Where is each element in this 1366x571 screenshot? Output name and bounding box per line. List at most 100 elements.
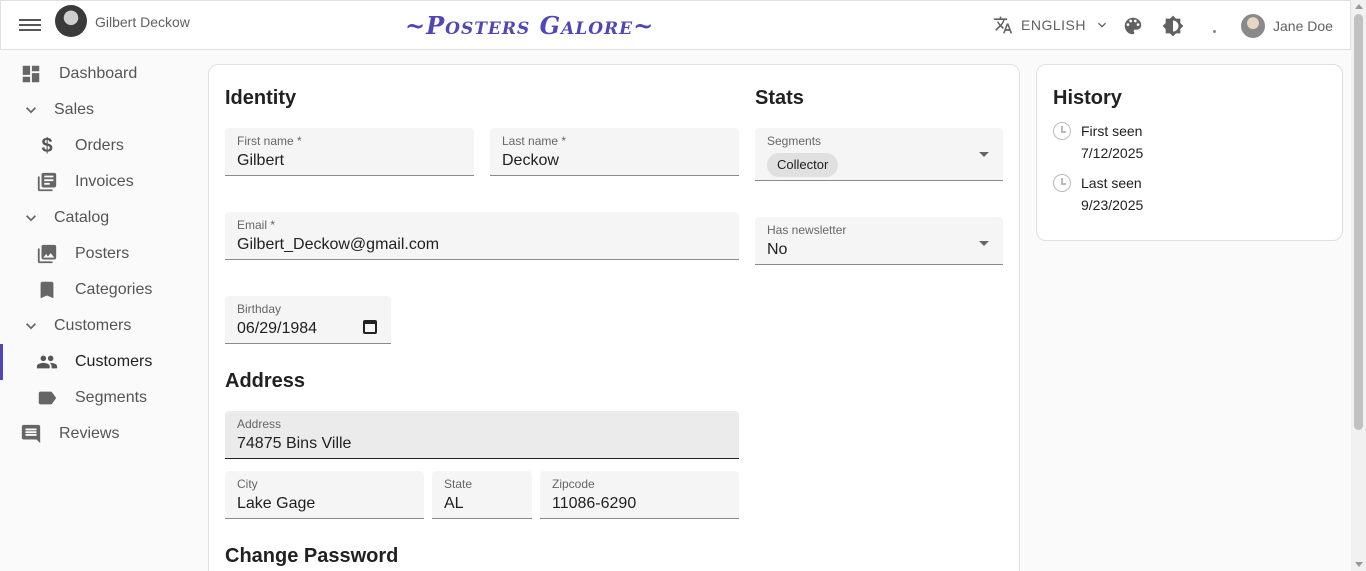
stats-section-title: Stats — [755, 87, 804, 109]
field-value: 74875 Bins Ville — [237, 435, 352, 452]
field-value: 11086-6290 — [552, 495, 637, 512]
translate-icon — [993, 16, 1013, 34]
people-icon — [36, 351, 58, 373]
field-value: Gilbert — [237, 152, 285, 169]
field-value: Deckow — [502, 152, 559, 169]
invoices-icon — [36, 171, 58, 193]
last-seen-label: Last seen — [1081, 175, 1142, 191]
field-value: 06/29/1984 — [237, 320, 318, 337]
email-field[interactable]: Email * Gilbert_Deckow@gmail.com — [225, 212, 739, 260]
chevron-down-icon — [20, 315, 42, 337]
segment-chip[interactable]: Collector — [767, 153, 839, 177]
bookmark-icon — [36, 279, 58, 301]
field-value: No — [767, 241, 788, 258]
scroll-down-icon[interactable] — [1355, 562, 1363, 567]
field-label: State — [444, 477, 473, 491]
history-card: History First seen 7/12/2025 Last seen 9… — [1036, 64, 1343, 241]
last-seen-value: 9/23/2025 — [1081, 197, 1144, 213]
customer-avatar — [55, 5, 87, 37]
chevron-down-icon — [20, 207, 42, 229]
dropdown-arrow-icon — [979, 152, 989, 157]
sidebar-item-label: Dashboard — [59, 65, 138, 82]
field-label: City — [237, 477, 258, 491]
palette-icon[interactable] — [1122, 15, 1144, 37]
brand-title: ~Posters Galore~ — [405, 11, 655, 40]
language-label: ENGLISH — [1021, 17, 1086, 33]
comment-icon — [20, 423, 42, 445]
zipcode-field[interactable]: Zipcode 11086-6290 — [540, 471, 739, 519]
last-name-field[interactable]: Last name * Deckow — [490, 128, 739, 176]
field-value: Gilbert_Deckow@gmail.com — [237, 236, 440, 253]
address-section-title: Address — [225, 370, 306, 392]
admin-name[interactable]: Jane Doe — [1273, 18, 1333, 34]
sidebar-group-catalog[interactable]: Catalog — [0, 200, 200, 236]
field-label: Zipcode — [552, 477, 595, 491]
loading-indicator — [1213, 30, 1216, 33]
sidebar-item-label: Posters — [75, 245, 130, 262]
sidebar-item-label: Categories — [75, 281, 153, 298]
field-label: Has newsletter — [767, 223, 847, 237]
sidebar-item-posters[interactable]: Posters — [0, 236, 200, 272]
field-label: Birthday — [237, 302, 282, 316]
sidebar-item-segments[interactable]: Segments — [0, 380, 200, 416]
state-field[interactable]: State AL — [432, 471, 532, 519]
field-label: Email * — [237, 218, 276, 232]
sidebar-item-label: Orders — [75, 137, 124, 154]
sidebar-item-categories[interactable]: Categories — [0, 272, 200, 308]
sidebar-group-customers[interactable]: Customers — [0, 308, 200, 344]
sidebar-group-sales[interactable]: Sales — [0, 92, 200, 128]
sidebar-item-label: Catalog — [54, 209, 110, 226]
dollar-icon: $ — [41, 134, 53, 157]
identity-section-title: Identity — [225, 87, 297, 109]
language-selector[interactable]: ENGLISH — [993, 15, 1110, 35]
label-icon — [36, 387, 58, 409]
sidebar-item-label: Sales — [54, 101, 95, 118]
dropdown-arrow-icon — [979, 241, 989, 246]
image-icon — [36, 243, 58, 265]
address-field[interactable]: Address 74875 Bins Ville — [225, 411, 739, 459]
clock-icon — [1053, 174, 1071, 192]
first-seen-item: First seen 7/12/2025 — [1053, 120, 1143, 164]
first-seen-label: First seen — [1081, 123, 1143, 139]
appbar-customer-name: Gilbert Deckow — [95, 14, 190, 30]
sidebar-item-reviews[interactable]: Reviews — [0, 416, 200, 452]
theme-toggle-icon[interactable] — [1162, 15, 1184, 37]
sidebar-item-dashboard[interactable]: Dashboard — [0, 56, 200, 92]
admin-avatar[interactable] — [1241, 14, 1265, 38]
calendar-icon[interactable] — [363, 320, 377, 334]
chevron-down-icon — [1097, 22, 1106, 28]
field-label: Address — [237, 417, 282, 431]
sidebar-item-invoices[interactable]: Invoices — [0, 164, 200, 200]
sidebar-item-label: Customers — [75, 353, 153, 370]
birthday-field[interactable]: Birthday 06/29/1984 — [225, 296, 391, 344]
last-seen-item: Last seen 9/23/2025 — [1053, 172, 1143, 216]
scrollbar-thumb[interactable] — [1354, 14, 1363, 430]
chevron-down-icon — [20, 99, 42, 121]
clock-icon — [1053, 122, 1071, 140]
sidebar: Dashboard Sales $ Orders Invoices Catalo… — [0, 56, 200, 452]
first-name-field[interactable]: First name * Gilbert — [225, 128, 474, 176]
field-label: First name * — [237, 134, 302, 148]
sidebar-item-customers[interactable]: Customers — [0, 344, 200, 380]
sidebar-item-orders[interactable]: $ Orders — [0, 128, 200, 164]
segments-select[interactable]: Segments Collector — [755, 128, 1003, 181]
dashboard-icon — [20, 63, 42, 85]
sidebar-item-label: Reviews — [59, 425, 120, 442]
app-bar: Gilbert Deckow ~Posters Galore~ ENGLISH … — [0, 0, 1351, 50]
field-label: Last name * — [502, 134, 567, 148]
scroll-up-icon[interactable] — [1355, 4, 1363, 9]
sidebar-item-label: Segments — [75, 389, 148, 406]
sidebar-item-label: Invoices — [75, 173, 134, 190]
city-field[interactable]: City Lake Gage — [225, 471, 424, 519]
field-label: Segments — [767, 134, 822, 148]
customer-edit-card: Identity Stats First name * Gilbert Last… — [208, 64, 1020, 571]
menu-icon[interactable] — [19, 16, 41, 36]
history-title: History — [1053, 87, 1122, 109]
first-seen-value: 7/12/2025 — [1081, 145, 1144, 161]
password-section-title: Change Password — [225, 545, 399, 567]
sidebar-item-label: Customers — [54, 317, 132, 334]
page-scrollbar[interactable] — [1351, 0, 1366, 571]
newsletter-select[interactable]: Has newsletter No — [755, 217, 1003, 265]
field-value: Lake Gage — [237, 495, 316, 512]
field-value: AL — [444, 495, 464, 512]
